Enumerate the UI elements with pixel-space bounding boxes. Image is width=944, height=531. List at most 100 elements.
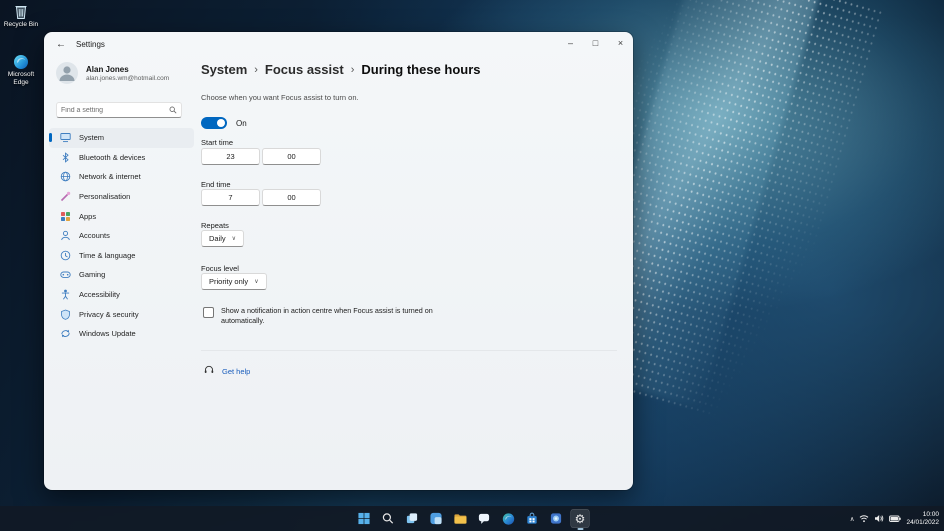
- sidebar-item-system[interactable]: System: [49, 128, 194, 148]
- start-time-row: [201, 148, 321, 165]
- focus-assist-toggle-row: On: [201, 117, 247, 129]
- breadcrumb-system[interactable]: System: [201, 62, 247, 77]
- accounts-person-icon: [60, 230, 71, 241]
- window-titlebar: ← Settings: [54, 37, 105, 51]
- sidebar-item-label: Accounts: [79, 231, 110, 240]
- edge-icon: [1, 54, 41, 70]
- settings-window: ← Settings – □ × Alan Jones alan.jones.w…: [44, 32, 633, 490]
- volume-icon[interactable]: [874, 510, 884, 528]
- user-profile[interactable]: Alan Jones alan.jones.wm@hotmail.com: [56, 62, 169, 84]
- photos-icon: [550, 512, 563, 525]
- repeats-value: Daily: [209, 234, 226, 243]
- gear-icon: ⚙: [575, 513, 586, 525]
- settings-search-box[interactable]: [56, 102, 182, 118]
- battery-icon[interactable]: [889, 510, 901, 528]
- widgets-icon: [430, 512, 443, 525]
- sidebar-item-label: Privacy & security: [79, 310, 139, 319]
- gamepad-icon: [60, 269, 71, 280]
- chat-bubble-icon: [478, 512, 491, 525]
- chat-button[interactable]: [475, 509, 494, 528]
- search-icon: [169, 106, 177, 114]
- sidebar-item-label: Bluetooth & devices: [79, 153, 145, 162]
- recycle-bin-icon: [1, 3, 41, 20]
- focus-assist-toggle[interactable]: [201, 117, 227, 129]
- sidebar-item-network-internet[interactable]: Network & internet: [49, 167, 194, 187]
- settings-sidebar-nav: System Bluetooth & devices Network & int…: [44, 128, 199, 344]
- sidebar-item-gaming[interactable]: Gaming: [49, 265, 194, 285]
- end-time-row: [201, 189, 321, 206]
- sidebar-item-accounts[interactable]: Accounts: [49, 226, 194, 246]
- shield-icon: [60, 309, 71, 320]
- profile-email: alan.jones.wm@hotmail.com: [86, 75, 169, 82]
- start-button[interactable]: [355, 509, 374, 528]
- clock-icon: [60, 250, 71, 261]
- taskbar-clock[interactable]: 10:00 24/01/2022: [906, 511, 939, 527]
- desktop-icon-label: Microsoft Edge: [1, 71, 41, 86]
- sidebar-item-windows-update[interactable]: Windows Update: [49, 324, 194, 344]
- sidebar-item-label: Personalisation: [79, 192, 130, 201]
- notification-checkbox[interactable]: [203, 307, 214, 318]
- focus-level-label: Focus level: [201, 264, 239, 273]
- end-hour-input[interactable]: [201, 189, 260, 206]
- search-icon: [382, 512, 395, 525]
- start-minute-input[interactable]: [262, 148, 321, 165]
- update-arrows-icon: [60, 328, 71, 339]
- focus-level-dropdown[interactable]: Priority only ∨: [201, 273, 267, 290]
- taskbar-center-icons: ⚙: [355, 506, 590, 531]
- breadcrumb-separator-icon: ›: [351, 64, 355, 76]
- system-icon: [60, 132, 71, 143]
- sidebar-item-personalisation[interactable]: Personalisation: [49, 187, 194, 207]
- avatar: [56, 62, 78, 84]
- get-help-link[interactable]: Get help: [222, 367, 250, 376]
- sidebar-item-bluetooth-devices[interactable]: Bluetooth & devices: [49, 148, 194, 168]
- notification-checkbox-row: Show a notification in action centre whe…: [203, 306, 446, 325]
- hidden-icons-chevron-icon[interactable]: ∧: [850, 515, 855, 523]
- sidebar-item-privacy-security[interactable]: Privacy & security: [49, 304, 194, 324]
- chevron-down-icon: ∨: [232, 235, 236, 242]
- start-hour-input[interactable]: [201, 148, 260, 165]
- profile-name: Alan Jones: [86, 65, 169, 74]
- breadcrumb: System › Focus assist › During these hou…: [201, 62, 481, 77]
- breadcrumb-focus-assist[interactable]: Focus assist: [265, 62, 344, 77]
- focus-level-value: Priority only: [209, 277, 248, 286]
- sidebar-item-label: Apps: [79, 212, 96, 221]
- sidebar-item-apps[interactable]: Apps: [49, 206, 194, 226]
- settings-app-button[interactable]: ⚙: [571, 509, 590, 528]
- desktop-icon-microsoft-edge[interactable]: Microsoft Edge: [1, 54, 41, 86]
- personalisation-brush-icon: [60, 191, 71, 202]
- store-button[interactable]: [523, 509, 542, 528]
- end-minute-input[interactable]: [262, 189, 321, 206]
- widgets-button[interactable]: [427, 509, 446, 528]
- desktop-icon-recycle-bin[interactable]: Recycle Bin: [1, 3, 41, 29]
- wifi-icon[interactable]: [859, 510, 869, 528]
- network-globe-icon: [60, 171, 71, 182]
- file-explorer-button[interactable]: [451, 509, 470, 528]
- section-divider: [201, 350, 617, 351]
- clock-time: 10:00: [906, 511, 939, 519]
- edge-button[interactable]: [499, 509, 518, 528]
- repeats-label: Repeats: [201, 221, 229, 230]
- apps-grid-icon: [60, 211, 71, 222]
- desktop-screen: Recycle Bin Microsoft Edge ← Settings – …: [0, 0, 944, 531]
- photos-button[interactable]: [547, 509, 566, 528]
- back-button[interactable]: ←: [54, 37, 68, 51]
- sidebar-item-label: Time & language: [79, 251, 135, 260]
- sidebar-item-label: Accessibility: [79, 290, 120, 299]
- notification-checkbox-label: Show a notification in action centre whe…: [221, 306, 446, 325]
- page-description: Choose when you want Focus assist to tur…: [201, 93, 359, 102]
- taskbar: ⚙ ∧ 10:00 24/01/2022: [0, 506, 944, 531]
- search-input[interactable]: [57, 107, 169, 114]
- windows-logo-icon: [358, 512, 371, 525]
- taskbar-search-button[interactable]: [379, 509, 398, 528]
- repeats-dropdown[interactable]: Daily ∨: [201, 230, 244, 247]
- page-title: During these hours: [361, 62, 480, 77]
- desktop-icon-label: Recycle Bin: [1, 21, 41, 29]
- sidebar-item-accessibility[interactable]: Accessibility: [49, 285, 194, 305]
- focus-assist-hours-page: System › Focus assist › During these hou…: [201, 32, 626, 490]
- accessibility-person-icon: [60, 289, 71, 300]
- start-time-label: Start time: [201, 138, 233, 147]
- sidebar-item-time-language[interactable]: Time & language: [49, 246, 194, 266]
- chevron-down-icon: ∨: [254, 278, 258, 285]
- headset-help-icon: [204, 362, 214, 380]
- task-view-button[interactable]: [403, 509, 422, 528]
